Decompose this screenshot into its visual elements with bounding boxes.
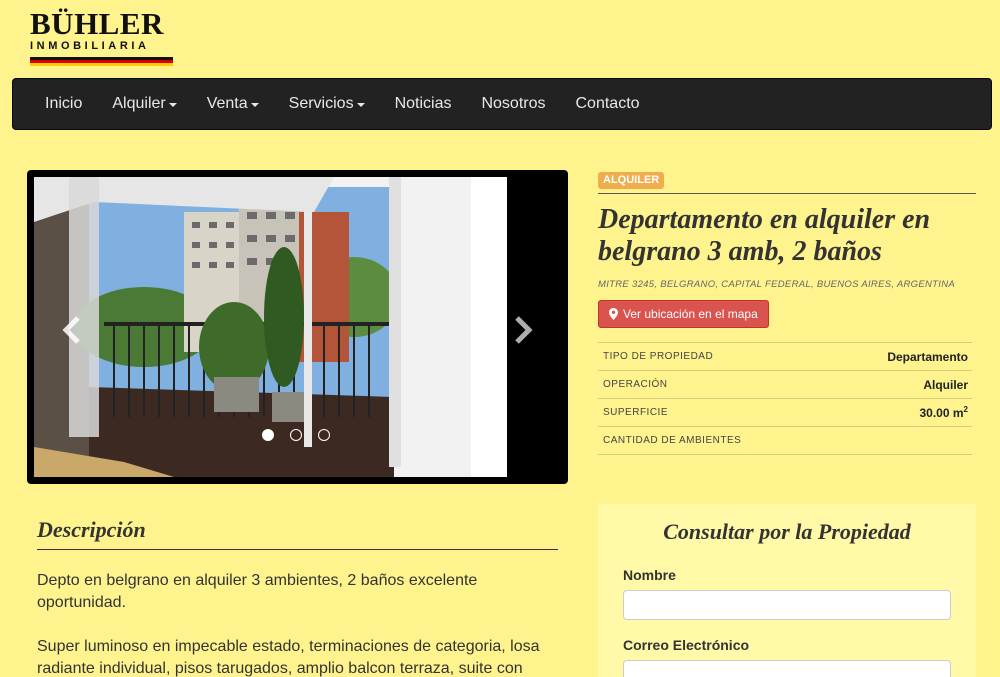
chevron-right-icon [515, 316, 533, 344]
nav-item-label: Nosotros [481, 95, 546, 112]
title-divider [598, 193, 976, 194]
details-row: OPERACIÓN Alquiler [598, 371, 972, 399]
carousel-indicator[interactable] [318, 429, 330, 441]
contact-form: Consultar por la Propiedad Nombre Correo… [598, 504, 976, 677]
email-field-label: Correo Electrónico [623, 637, 750, 653]
description-section: Descripción Depto en belgrano en alquile… [37, 517, 558, 677]
name-input[interactable] [623, 590, 951, 620]
nav-item-label: Inicio [45, 95, 83, 112]
details-value: Alquiler [923, 377, 968, 392]
chevron-left-icon [62, 316, 80, 344]
main-navbar: Inicio Alquiler Venta Servicios Noticias… [12, 78, 992, 130]
details-row: TIPO DE PROPIEDAD Departamento [598, 343, 972, 371]
carousel-prev-button[interactable] [52, 310, 92, 350]
carousel-indicator[interactable] [262, 429, 274, 441]
details-key: CANTIDAD DE AMBIENTES [603, 435, 742, 446]
carousel-indicator[interactable] [290, 429, 302, 441]
nav-item-label: Venta [206, 95, 248, 112]
nav-item-label: Noticias [394, 95, 452, 112]
brand-logo[interactable]: BÜHLER INMOBILIARIA [30, 6, 175, 67]
brand-name: BÜHLER [30, 6, 164, 41]
property-address: MITRE 3245, BELGRANO, CAPITAL FEDERAL, B… [598, 279, 955, 290]
map-marker-icon [609, 308, 618, 320]
caret-down-icon [356, 103, 365, 107]
caret-down-icon [250, 103, 259, 107]
nav-item-noticias[interactable]: Noticias [395, 95, 452, 113]
property-details-table: TIPO DE PROPIEDAD Departamento OPERACIÓN… [598, 342, 972, 455]
german-flag-stripe [30, 57, 173, 66]
description-paragraph: Depto en belgrano en alquiler 3 ambiente… [37, 572, 478, 611]
email-input[interactable] [623, 660, 951, 677]
contact-form-title: Consultar por la Propiedad [663, 519, 911, 544]
nav-item-label: Servicios [288, 95, 354, 112]
carousel-next-button[interactable] [503, 310, 543, 350]
nav-item-alquiler[interactable]: Alquiler [112, 95, 177, 113]
description-paragraph: Super luminoso en impecable estado, term… [37, 638, 540, 677]
details-row: SUPERFICIE 30.00 m2 [598, 399, 972, 427]
operation-badge: ALQUILER [598, 172, 665, 189]
nav-item-label: Alquiler [112, 95, 166, 112]
property-photo-carousel[interactable] [27, 170, 568, 484]
details-value: 30.00 m2 [919, 405, 969, 420]
nav-item-nosotros[interactable]: Nosotros [481, 95, 545, 113]
details-key: TIPO DE PROPIEDAD [603, 351, 714, 362]
nav-item-inicio[interactable]: Inicio [45, 95, 82, 113]
nav-item-label: Contacto [575, 95, 640, 112]
property-title: Departamento en alquiler en belgrano 3 a… [598, 204, 931, 267]
nav-item-contacto[interactable]: Contacto [576, 95, 640, 113]
name-field-label: Nombre [623, 567, 676, 583]
property-info: ALQUILER Departamento en alquiler en bel… [598, 170, 976, 455]
description-title: Descripción [37, 517, 558, 550]
caret-down-icon [168, 103, 177, 107]
details-key: OPERACIÓN [603, 379, 668, 390]
nav-item-venta[interactable]: Venta [207, 95, 259, 113]
carousel-indicators [262, 429, 330, 441]
details-row: CANTIDAD DE AMBIENTES [598, 427, 972, 455]
details-key: SUPERFICIE [603, 407, 669, 418]
view-map-label: Ver ubicación en el mapa [623, 307, 758, 321]
brand-subtitle: INMOBILIARIA [30, 40, 150, 52]
nav-item-servicios[interactable]: Servicios [289, 95, 365, 113]
view-map-button[interactable]: Ver ubicación en el mapa [598, 300, 769, 328]
details-value: Departamento [887, 349, 968, 364]
